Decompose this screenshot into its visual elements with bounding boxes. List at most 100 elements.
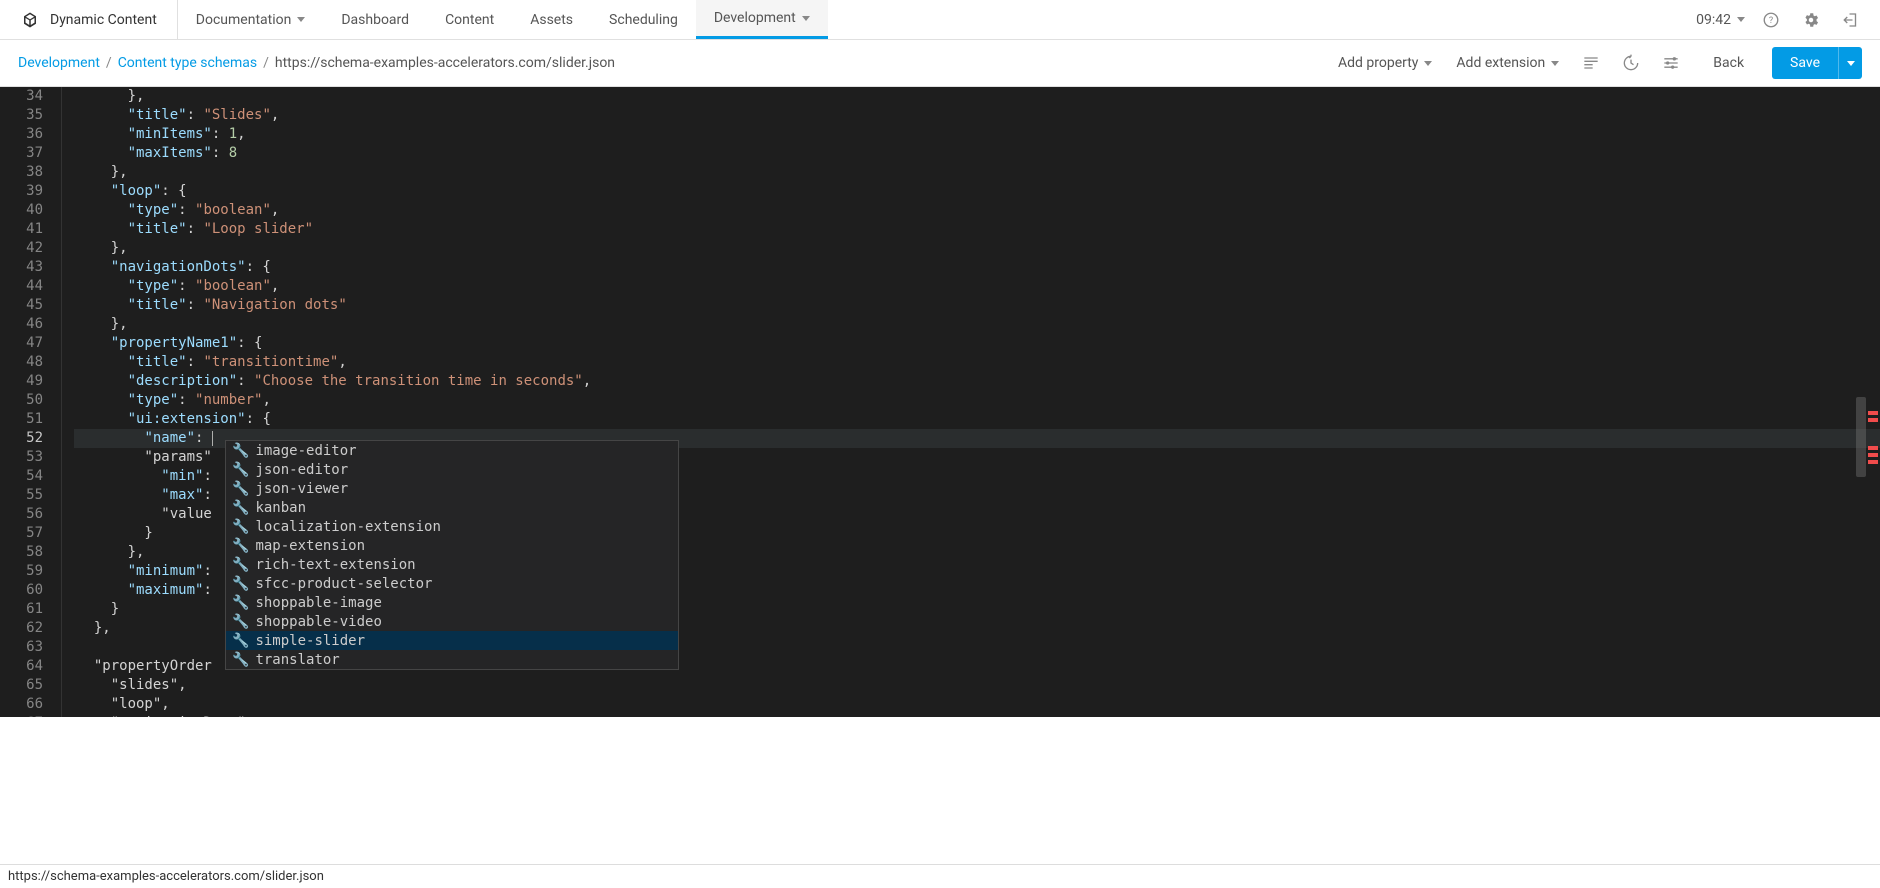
autocomplete-item[interactable]: 🔧translator (226, 650, 678, 669)
line-number: 44 (0, 277, 43, 296)
code-line[interactable]: "maxItems": 8 (74, 144, 1880, 163)
wrench-icon: 🔧 (232, 462, 249, 478)
code-line[interactable]: "ui:extension": { (74, 410, 1880, 429)
code-line[interactable]: "loop", (74, 695, 1880, 714)
autocomplete-item[interactable]: 🔧rich-text-extension (226, 555, 678, 574)
autocomplete-item[interactable]: 🔧json-viewer (226, 479, 678, 498)
breadcrumb: Development / Content type schemas / htt… (18, 55, 615, 71)
code-line[interactable]: "navigationDots" (74, 714, 1880, 717)
autocomplete-item[interactable]: 🔧kanban (226, 498, 678, 517)
nav-dashboard[interactable]: Dashboard (323, 0, 427, 39)
save-dropdown-button[interactable] (1838, 47, 1862, 79)
breadcrumb-separator: / (106, 55, 112, 71)
line-number: 57 (0, 524, 43, 543)
save-button-group: Save (1772, 47, 1862, 79)
nav-scheduling[interactable]: Scheduling (591, 0, 696, 39)
code-line[interactable]: }, (74, 239, 1880, 258)
line-number: 65 (0, 676, 43, 695)
autocomplete-item[interactable]: 🔧image-editor (226, 441, 678, 460)
status-bar: https://schema-examples-accelerators.com… (0, 864, 1880, 888)
code-line[interactable]: "title": "Navigation dots" (74, 296, 1880, 315)
line-number: 36 (0, 125, 43, 144)
nav-documentation[interactable]: Documentation (178, 0, 324, 39)
format-icon[interactable] (1577, 49, 1605, 77)
brand-logo-icon (20, 10, 40, 30)
line-number: 45 (0, 296, 43, 315)
add-property-dropdown[interactable]: Add property (1332, 51, 1438, 75)
help-icon[interactable]: ? (1757, 6, 1785, 34)
settings-icon[interactable] (1797, 6, 1825, 34)
code-line[interactable]: "type": "boolean", (74, 201, 1880, 220)
code-line[interactable]: "type": "boolean", (74, 277, 1880, 296)
autocomplete-label: rich-text-extension (255, 557, 415, 573)
line-number: 55 (0, 486, 43, 505)
settings-sliders-icon[interactable] (1657, 49, 1685, 77)
line-number: 40 (0, 201, 43, 220)
error-marker (1868, 411, 1878, 415)
line-number: 53 (0, 448, 43, 467)
autocomplete-item[interactable]: 🔧localization-extension (226, 517, 678, 536)
wrench-icon: 🔧 (232, 519, 249, 535)
history-icon[interactable] (1617, 49, 1645, 77)
logout-icon[interactable] (1837, 6, 1865, 34)
line-number: 43 (0, 258, 43, 277)
code-line[interactable]: "slides", (74, 676, 1880, 695)
breadcrumb-separator: / (263, 55, 269, 71)
line-number: 34 (0, 87, 43, 106)
code-line[interactable]: "title": "transitiontime", (74, 353, 1880, 372)
subbar-actions: Add property Add extension Back Save (1332, 47, 1862, 79)
save-button[interactable]: Save (1772, 47, 1838, 79)
code-line[interactable]: "navigationDots": { (74, 258, 1880, 277)
clock-dropdown[interactable]: 09:42 (1696, 12, 1745, 28)
autocomplete-label: translator (255, 652, 339, 668)
breadcrumb-current: https://schema-examples-accelerators.com… (275, 55, 615, 71)
code-line[interactable]: "minItems": 1, (74, 125, 1880, 144)
line-number: 58 (0, 543, 43, 562)
autocomplete-item[interactable]: 🔧shoppable-video (226, 612, 678, 631)
line-number: 49 (0, 372, 43, 391)
add-extension-dropdown[interactable]: Add extension (1450, 51, 1565, 75)
code-line[interactable]: "loop": { (74, 182, 1880, 201)
line-number: 39 (0, 182, 43, 201)
brand-name: Dynamic Content (50, 12, 157, 28)
editor-scrollbar[interactable] (1856, 397, 1866, 477)
code-line[interactable]: "type": "number", (74, 391, 1880, 410)
error-minimap (1866, 87, 1880, 717)
wrench-icon: 🔧 (232, 614, 249, 630)
breadcrumb-schemas[interactable]: Content type schemas (118, 55, 257, 71)
line-number: 46 (0, 315, 43, 334)
sub-bar: Development / Content type schemas / htt… (0, 40, 1880, 87)
autocomplete-item[interactable]: 🔧json-editor (226, 460, 678, 479)
wrench-icon: 🔧 (232, 443, 249, 459)
autocomplete-item[interactable]: 🔧sfcc-product-selector (226, 574, 678, 593)
wrench-icon: 🔧 (232, 595, 249, 611)
nav-development[interactable]: Development (696, 0, 828, 39)
autocomplete-item[interactable]: 🔧 simple-slider (226, 631, 678, 650)
code-line[interactable]: }, (74, 163, 1880, 182)
wrench-icon: 🔧 (232, 500, 249, 516)
nav-content[interactable]: Content (427, 0, 512, 39)
line-number: 62 (0, 619, 43, 638)
code-line[interactable]: "title": "Slides", (74, 106, 1880, 125)
code-line[interactable]: }, (74, 315, 1880, 334)
autocomplete-label: sfcc-product-selector (255, 576, 432, 592)
autocomplete-label: simple-slider (255, 633, 365, 649)
error-marker (1868, 446, 1878, 450)
nav-assets[interactable]: Assets (512, 0, 591, 39)
line-number: 59 (0, 562, 43, 581)
line-number: 42 (0, 239, 43, 258)
line-number: 50 (0, 391, 43, 410)
wrench-icon: 🔧 (232, 633, 249, 649)
topbar-right: 09:42 ? (1696, 6, 1880, 34)
wrench-icon: 🔧 (232, 481, 249, 497)
breadcrumb-development[interactable]: Development (18, 55, 100, 71)
autocomplete-item[interactable]: 🔧map-extension (226, 536, 678, 555)
code-line[interactable]: "propertyName1": { (74, 334, 1880, 353)
line-number: 38 (0, 163, 43, 182)
back-button[interactable]: Back (1697, 49, 1760, 77)
code-line[interactable]: }, (74, 87, 1880, 106)
code-line[interactable]: "title": "Loop slider" (74, 220, 1880, 239)
autocomplete-item[interactable]: 🔧shoppable-image (226, 593, 678, 612)
line-number: 63 (0, 638, 43, 657)
code-line[interactable]: "description": "Choose the transition ti… (74, 372, 1880, 391)
